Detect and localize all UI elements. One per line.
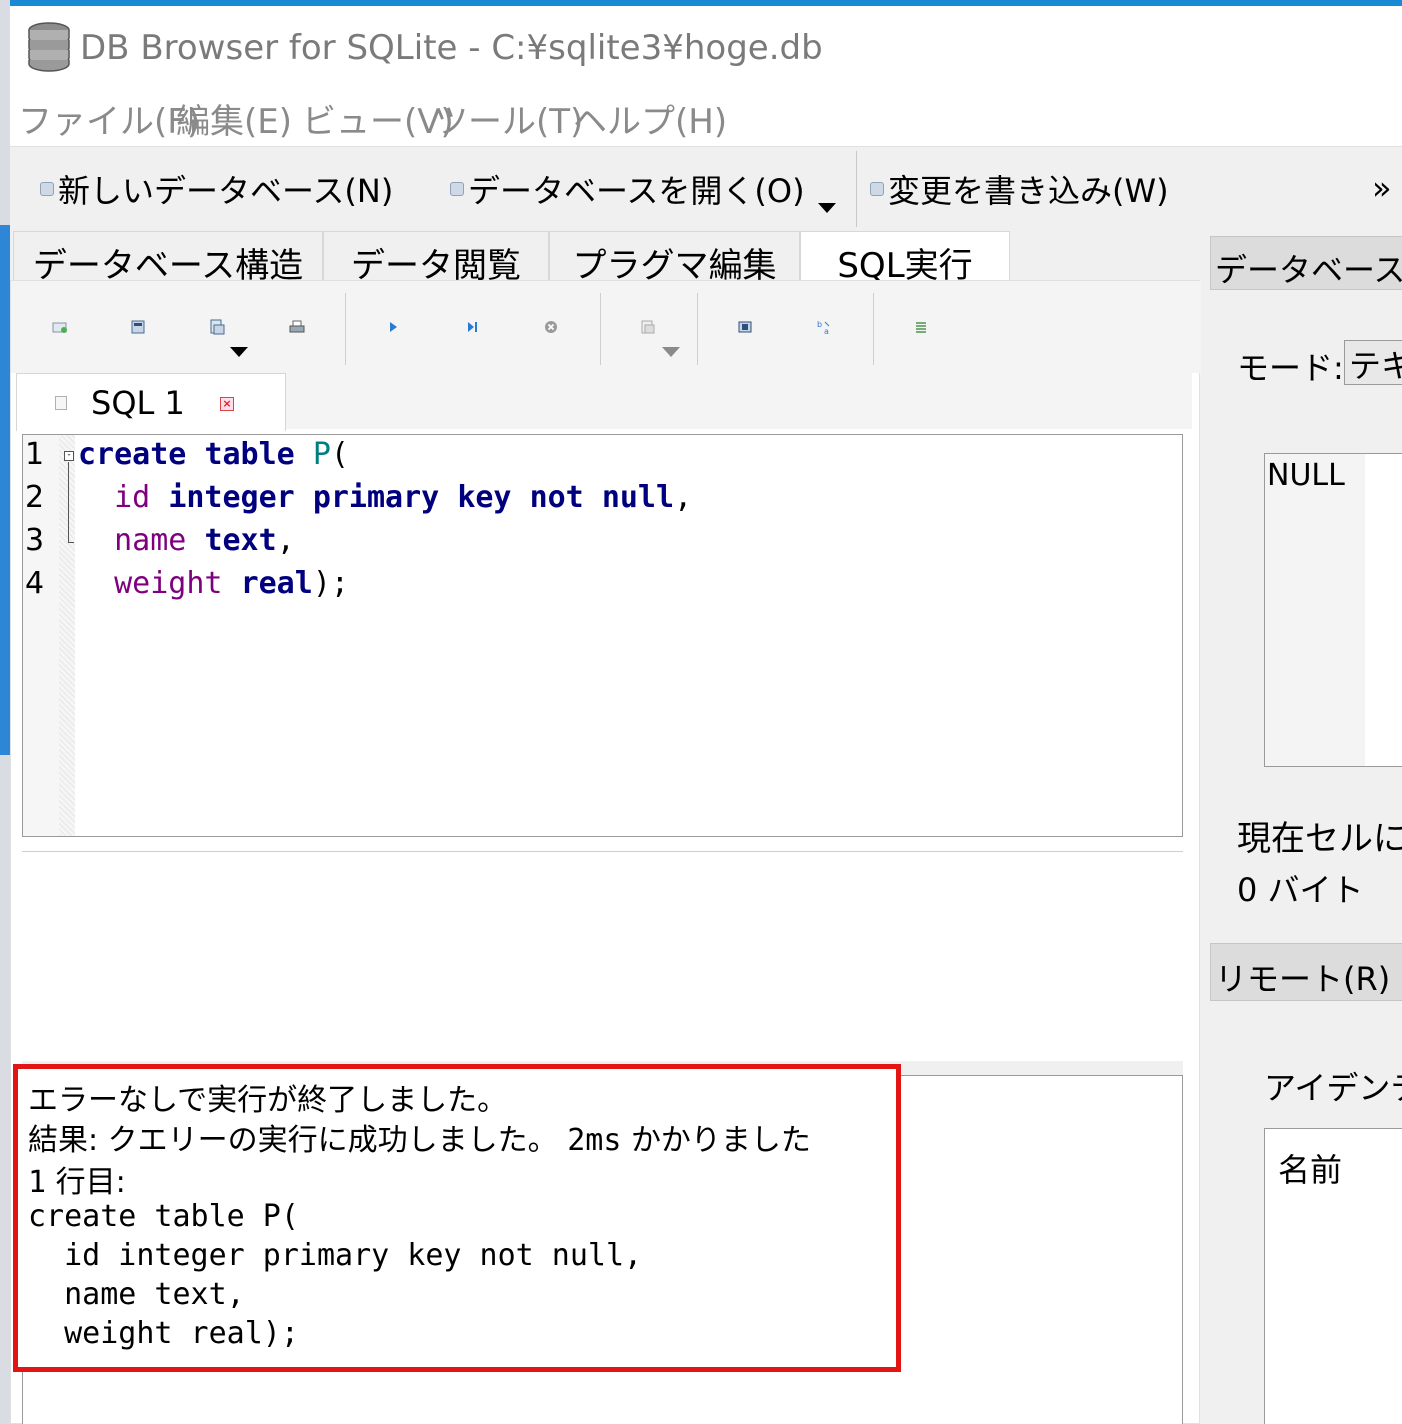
line-number: 3	[25, 523, 45, 558]
menu-bar: ファイル(F) 編集(E) ビュー(V) ツール(T) ヘルプ(H)	[10, 86, 1402, 146]
cell-editor-gutter	[1265, 454, 1365, 766]
print-icon[interactable]	[289, 319, 305, 335]
fold-toggle-icon[interactable]: -	[64, 451, 74, 461]
database-icon	[28, 22, 70, 72]
line-number: 4	[25, 566, 45, 601]
main-toolbar: 新しいデータベース(N) データベースを開く(O) 変更を書き込み(W) »	[10, 146, 1402, 231]
main-tab-bar: データベース構造 データ閲覧 プラグマ編集 SQL実行	[10, 231, 1200, 286]
sql-editor-tab[interactable]: SQL 1 ×	[16, 373, 286, 431]
execute-current-line-icon[interactable]	[464, 319, 480, 335]
identity-label: アイデンティ	[1264, 1069, 1402, 1107]
menu-tools[interactable]: ツール(T)	[434, 94, 583, 143]
cell-value-editor[interactable]: NULL	[1264, 453, 1402, 767]
line-number: 2	[25, 480, 45, 515]
line-number: 1	[25, 437, 45, 472]
close-tab-icon[interactable]: ×	[220, 397, 234, 411]
row-label: 行目:	[55, 1165, 126, 1200]
cell-size-bytes: 0 バイト	[1237, 871, 1364, 909]
code-line: id integer primary key not null,	[114, 480, 693, 515]
menu-edit[interactable]: 編集(E)	[176, 94, 292, 143]
code-line: name text,	[114, 523, 295, 558]
remote-dock-title: リモート(R)	[1210, 943, 1402, 1001]
write-changes-icon	[870, 182, 884, 196]
save-results-icon[interactable]	[640, 319, 656, 335]
menu-help[interactable]: ヘルプ(H)	[573, 94, 727, 143]
open-database-button[interactable]: データベースを開く(O)	[450, 167, 805, 211]
executed-query-line: name text,	[28, 1277, 245, 1312]
identity-name-header: 名前	[1278, 1151, 1343, 1189]
toolbar-separator	[873, 293, 874, 365]
dock-title: データベースの	[1210, 236, 1402, 290]
find-icon[interactable]	[737, 319, 753, 335]
desktop-left-edge	[0, 0, 10, 1424]
document-icon	[55, 396, 67, 410]
open-database-dropdown-arrow[interactable]	[818, 203, 836, 213]
code-line: weight real);	[114, 566, 349, 601]
mode-label: モード:	[1237, 349, 1344, 387]
code-line: create table P(	[78, 437, 349, 472]
fold-margin	[59, 435, 75, 836]
query-results-grid[interactable]	[22, 851, 1183, 1061]
write-changes-button[interactable]: 変更を書き込み(W)	[870, 167, 1169, 211]
svg-text:b: b	[817, 320, 822, 329]
new-database-label: 新しいデータベース(N)	[58, 172, 394, 210]
sql-editor-tab-bar: SQL 1 ×	[16, 373, 1192, 431]
write-changes-label: 変更を書き込み(W)	[888, 172, 1169, 210]
toolbar-overflow-button[interactable]: »	[1372, 169, 1392, 207]
toolbar-separator	[856, 151, 857, 227]
sql-tab-label: SQL 1	[91, 384, 185, 422]
identity-list[interactable]: 名前	[1264, 1128, 1402, 1424]
menu-file[interactable]: ファイル(F)	[18, 94, 200, 143]
find-replace-icon[interactable]: ba	[816, 319, 832, 335]
execution-duration: 2ms	[567, 1123, 622, 1158]
desktop-background-strip	[0, 225, 10, 755]
row-number-message: 1 行目:	[28, 1157, 126, 1201]
result-label: 結果: クエリーの実行に成功しました。	[28, 1123, 558, 1158]
new-database-button[interactable]: 新しいデータベース(N)	[40, 167, 393, 211]
fold-line	[68, 462, 69, 542]
cell-size-label: 現在セルにあ	[1237, 819, 1402, 859]
tab-database-structure[interactable]: データベース構造	[13, 231, 323, 286]
toolbar-separator	[345, 293, 346, 365]
open-database-label: データベースを開く(O)	[468, 172, 805, 210]
executed-query-line: weight real);	[28, 1316, 299, 1351]
line-number-gutter: 1 2 3 4 -	[23, 435, 75, 836]
execute-all-icon[interactable]	[385, 319, 401, 335]
title-bar: DB Browser for SQLite - C:¥sqlite3¥hoge.…	[10, 6, 1402, 86]
open-database-icon	[450, 182, 464, 196]
save-results-dropdown-arrow[interactable]	[662, 347, 680, 357]
window-title: DB Browser for SQLite - C:¥sqlite3¥hoge.…	[80, 28, 823, 68]
row-number: 1	[28, 1165, 47, 1200]
tab-edit-pragmas[interactable]: プラグマ編集	[549, 231, 800, 286]
menu-view[interactable]: ビュー(V)	[302, 94, 454, 143]
sql-toolbar: ba	[11, 281, 1201, 373]
stop-execution-icon[interactable]	[543, 319, 559, 335]
toolbar-separator	[697, 293, 698, 365]
cell-value: NULL	[1267, 458, 1345, 493]
svg-text:a: a	[824, 327, 829, 335]
comment-toggle-icon[interactable]	[913, 319, 929, 335]
execution-status-message: エラーなしで実行が終了しました。	[28, 1083, 508, 1118]
new-database-icon	[40, 182, 54, 196]
execution-message-highlight: エラーなしで実行が終了しました。 結果: クエリーの実行に成功しました。 2ms…	[13, 1064, 901, 1372]
toolbar-separator	[600, 293, 601, 365]
tab-browse-data[interactable]: データ閲覧	[323, 231, 549, 286]
save-dropdown-arrow[interactable]	[230, 347, 248, 357]
open-tab-icon[interactable]	[52, 319, 68, 335]
mode-select[interactable]: テキ	[1344, 340, 1402, 385]
executed-query-line: create table P(	[28, 1199, 299, 1234]
executed-query-line: id integer primary key not null,	[28, 1238, 643, 1273]
save-sql-file-icon[interactable]	[209, 319, 225, 335]
sql-editor[interactable]: 1 2 3 4 - create table P( id integer pri…	[22, 434, 1183, 837]
execution-result-message: 結果: クエリーの実行に成功しました。 2ms かかりました	[28, 1115, 811, 1159]
open-sql-file-icon[interactable]	[130, 319, 146, 335]
tab-execute-sql[interactable]: SQL実行	[800, 231, 1010, 286]
duration-suffix: かかりました	[630, 1123, 811, 1158]
fold-end	[68, 542, 74, 543]
edit-database-cell-dock: データベースの モード: テキ NULL 現在セルにあ 0 バイト リモート(R…	[1207, 231, 1402, 1424]
